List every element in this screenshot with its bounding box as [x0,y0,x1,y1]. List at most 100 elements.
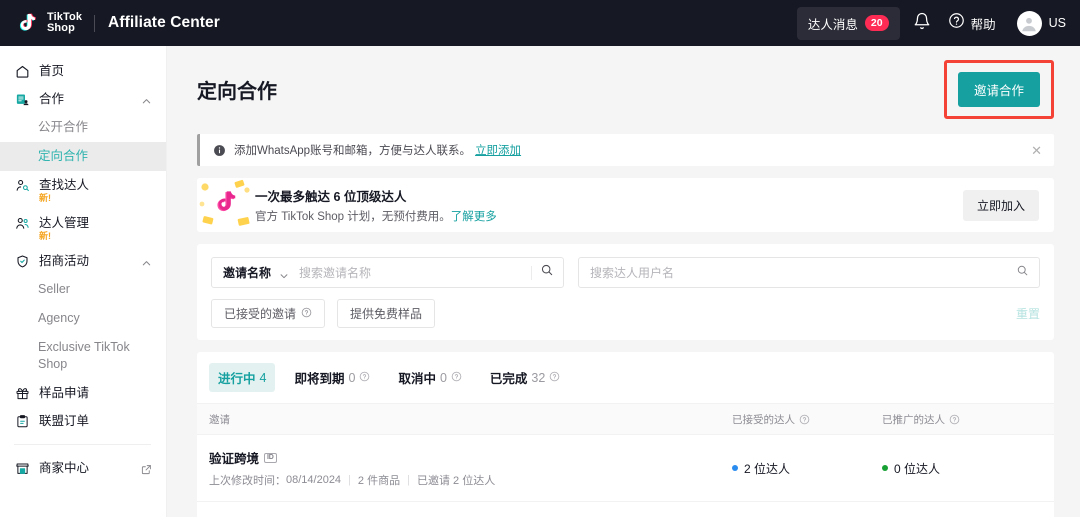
sidebar-item-agency[interactable]: Agency [0,304,166,333]
invite-invited-count: 已邀请 2 位达人 [417,472,495,488]
search-icon[interactable] [540,263,554,282]
invite-cell: 验证跨境 ID 上次修改时间： 08/14/2024 | 2 件商品 | 已邀请… [209,448,732,488]
avatar [1017,11,1042,36]
question-circle-icon-accepted-header[interactable] [799,414,810,425]
search-creator-username-input[interactable] [590,266,1016,280]
brand-wordmark: TikTok Shop [47,12,82,34]
sidebar-item-seller[interactable]: Seller [0,275,166,304]
search-icon-creator[interactable] [1016,264,1029,282]
filter-panel: 邀请名称 [197,244,1054,340]
invite-collaboration-button[interactable]: 邀请合作 [958,72,1040,107]
meta-separator-2: | [407,474,410,486]
help-button[interactable]: 帮助 [944,12,1004,34]
sidebar-label-home: 首页 [39,63,64,79]
info-icon [213,144,226,157]
chevron-up-icon-campaigns[interactable] [141,256,152,267]
promo-banner: 一次最多触达 6 位顶级达人 官方 TikTok Shop 计划，无预付费用。了… [197,178,1054,232]
people-icon [15,216,30,231]
sidebar-item-campaigns[interactable]: 招商活动 [0,247,166,275]
chevron-up-icon[interactable] [141,94,152,105]
person-search-icon [15,178,30,193]
column-header-promoted-label: 已推广的达人 [882,412,945,427]
chip-free-samples-label: 提供免费样品 [350,305,422,322]
tab-expiring-soon[interactable]: 即将到期 0 [285,363,379,392]
chevron-down-icon[interactable] [279,268,289,278]
sidebar-item-affiliate-orders[interactable]: 联盟订单 [0,407,166,435]
promo-learn-more-link[interactable]: 了解更多 [451,211,497,223]
sidebar-item-sample-requests[interactable]: 样品申请 [0,379,166,407]
tab-in-progress[interactable]: 进行中 4 [209,363,275,392]
table-row[interactable]: test templete text ID 上次修改时间： 08/13/2024… [197,502,1054,517]
user-label: US [1049,16,1066,30]
notifications-button[interactable] [905,6,939,40]
main-content: 定向合作 邀请合作 添加WhatsApp账号和邮箱，方便与达人联系。 立即添加 … [167,46,1080,517]
invite-product-count: 2 件商品 [358,472,400,488]
accepted-status-dot [732,465,738,471]
external-link-icon [141,462,152,473]
tab-canceling-count: 0 [440,371,447,385]
question-circle-icon-promoted-header[interactable] [949,414,960,425]
column-header-accepted-label: 已接受的达人 [732,412,795,427]
accepted-creators-cell: 2 位达人 [732,460,882,477]
sidebar-label-sample-requests: 样品申请 [39,385,89,401]
accepted-creators-value: 2 位达人 [744,460,790,477]
chip-free-samples[interactable]: 提供免费样品 [337,299,435,328]
column-header-promoted: 已推广的达人 [882,412,1042,427]
filter-chip-row: 已接受的邀请 提供免费样品 重置 [211,299,1040,328]
clipboard-icon [15,414,30,429]
sidebar-item-home[interactable]: 首页 [0,57,166,85]
creator-username-search-group [578,257,1040,288]
table-header-row: 邀请 已接受的达人 已推广的达人 [197,403,1054,435]
question-circle-icon [948,12,965,34]
creator-messages-badge: 20 [865,15,889,31]
sidebar: 首页 合作 公开合作 定向合作 [0,46,167,517]
table-row[interactable]: 验证跨境 ID 上次修改时间： 08/14/2024 | 2 件商品 | 已邀请… [197,435,1054,502]
promoted-status-dot [882,465,888,471]
sidebar-item-find-creators[interactable]: 查找达人 新! [0,171,166,209]
body: 首页 合作 公开合作 定向合作 [0,46,1080,517]
brand-logo[interactable]: TikTok Shop [16,12,82,34]
whatsapp-alert-banner: 添加WhatsApp账号和邮箱，方便与达人联系。 立即添加 ✕ [197,134,1054,166]
handshake-icon [15,92,30,107]
sidebar-item-collaboration[interactable]: 合作 [0,85,166,113]
creator-messages-button[interactable]: 达人消息 20 [797,7,900,40]
tab-canceling[interactable]: 取消中 0 [389,363,470,392]
tab-expiring-soon-label: 即将到期 [294,368,344,387]
sidebar-badge-find-creators: 新! [39,193,89,203]
alert-add-now-link[interactable]: 立即添加 [475,142,521,158]
question-circle-icon-accepted[interactable] [301,307,312,321]
sidebar-item-creator-management[interactable]: 达人管理 新! [0,209,166,247]
sidebar-item-exclusive-tiktok-shop[interactable]: Exclusive TikTok Shop [0,333,166,379]
question-circle-icon-canceling[interactable] [451,371,462,385]
shield-icon [15,254,30,269]
top-bar: TikTok Shop Affiliate Center 达人消息 20 [0,0,1080,46]
search-invite-name-input[interactable] [299,266,531,280]
top-bar-actions: 达人消息 20 帮助 [797,6,1066,40]
sidebar-item-open-collaboration[interactable]: 公开合作 [0,113,166,142]
tab-completed[interactable]: 已完成 32 [481,363,569,392]
promo-join-button[interactable]: 立即加入 [963,190,1039,221]
sidebar-item-seller-center[interactable]: 商家中心 [0,454,166,482]
bell-icon [913,12,931,35]
sidebar-item-targeted-collaboration[interactable]: 定向合作 [0,142,166,171]
close-icon[interactable]: ✕ [1031,144,1042,157]
tab-completed-count: 32 [531,371,545,385]
search-divider [531,266,532,280]
sidebar-label-campaigns: 招商活动 [39,253,89,269]
brand-line-2: Shop [47,23,82,34]
status-tabs: 进行中 4 即将到期 0 取消中 0 [197,352,1054,403]
user-menu[interactable]: US [1017,11,1066,36]
question-circle-icon-expiring[interactable] [359,371,370,385]
filter-search-row: 邀请名称 [211,257,1040,288]
id-badge-icon[interactable]: ID [264,453,277,463]
reset-filters-link[interactable]: 重置 [1016,305,1040,322]
chip-accepted-invites[interactable]: 已接受的邀请 [211,299,325,328]
alert-text: 添加WhatsApp账号和邮箱，方便与达人联系。 [234,142,471,158]
invite-meta: 上次修改时间： 08/14/2024 | 2 件商品 | 已邀请 2 位达人 [209,472,732,488]
promo-text: 一次最多触达 6 位顶级达人 官方 TikTok Shop 计划，无预付费用。了… [255,186,497,224]
sidebar-label-collaboration: 合作 [39,91,64,107]
affiliate-center-app: TikTok Shop Affiliate Center 达人消息 20 [0,0,1080,517]
promo-artwork [197,178,255,232]
question-circle-icon-completed[interactable] [549,371,560,385]
invite-name-select-label[interactable]: 邀请名称 [223,264,271,281]
